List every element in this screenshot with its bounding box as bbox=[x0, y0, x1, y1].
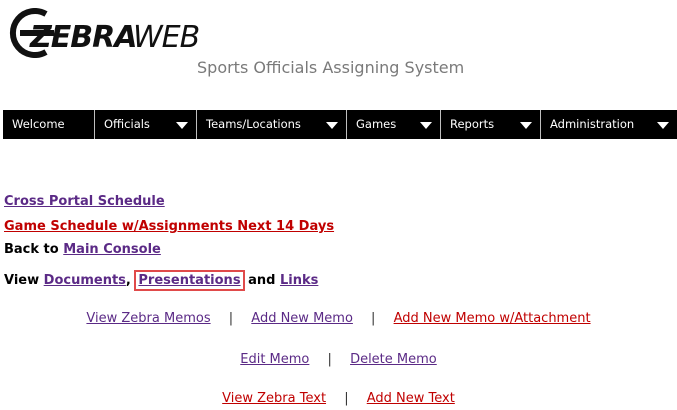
dropdown-caret-icon bbox=[326, 122, 338, 129]
add-new-text-link[interactable]: Add New Text bbox=[367, 391, 455, 406]
cross-portal-line: Cross Portal Schedule bbox=[4, 194, 165, 209]
view-zebra-text-link[interactable]: View Zebra Text bbox=[222, 391, 326, 406]
dropdown-caret-icon bbox=[520, 122, 532, 129]
logo-text-zebra: ZEBRA bbox=[30, 20, 137, 55]
nav-officials[interactable]: Officials bbox=[95, 110, 197, 139]
back-to-line: Back to Main Console bbox=[4, 242, 161, 257]
page-subtitle: Sports Officials Assigning System bbox=[197, 58, 465, 77]
game-schedule-link[interactable]: Game Schedule w/Assignments Next 14 Days bbox=[4, 219, 334, 234]
logo-text-web: WEB bbox=[133, 20, 200, 55]
add-new-memo-attachment-link[interactable]: Add New Memo w/Attachment bbox=[394, 311, 591, 326]
links-link[interactable]: Links bbox=[280, 273, 318, 288]
nav-welcome-label: Welcome bbox=[12, 117, 65, 131]
separator: | bbox=[327, 352, 332, 367]
view-zebra-memos-link[interactable]: View Zebra Memos bbox=[86, 311, 210, 326]
separator: | bbox=[228, 311, 234, 326]
dropdown-caret-icon bbox=[657, 122, 669, 129]
separator: | bbox=[371, 311, 376, 326]
nav-officials-label: Officials bbox=[104, 117, 150, 131]
memo-row-1: View Zebra Memos | Add New Memo | Add Ne… bbox=[0, 311, 677, 326]
edit-memo-link[interactable]: Edit Memo bbox=[240, 352, 309, 367]
main-nav-bar: Welcome Officials Teams/Locations Games … bbox=[3, 110, 677, 139]
nav-teams-locations[interactable]: Teams/Locations bbox=[197, 110, 347, 139]
documents-link[interactable]: Documents bbox=[44, 273, 126, 288]
presentations-link[interactable]: Presentations bbox=[138, 273, 240, 288]
game-schedule-line: Game Schedule w/Assignments Next 14 Days bbox=[4, 219, 334, 234]
nav-administration[interactable]: Administration bbox=[541, 110, 677, 139]
delete-memo-link[interactable]: Delete Memo bbox=[350, 352, 437, 367]
cross-portal-schedule-link[interactable]: Cross Portal Schedule bbox=[4, 194, 165, 209]
comma-text: , bbox=[125, 273, 131, 288]
add-new-memo-link[interactable]: Add New Memo bbox=[251, 311, 353, 326]
nav-administration-label: Administration bbox=[550, 117, 635, 131]
view-text: View bbox=[4, 273, 40, 288]
separator: | bbox=[344, 391, 349, 406]
nav-reports-label: Reports bbox=[450, 117, 495, 131]
nav-welcome[interactable]: Welcome bbox=[3, 110, 95, 139]
zebraweb-logo: ZEBRA WEB bbox=[6, 8, 206, 58]
memo-row-3: View Zebra Text | Add New Text bbox=[0, 391, 677, 406]
dropdown-caret-icon bbox=[176, 122, 188, 129]
and-text: and bbox=[248, 273, 276, 288]
nav-reports[interactable]: Reports bbox=[441, 110, 541, 139]
memo-row-2: Edit Memo | Delete Memo bbox=[0, 352, 677, 367]
back-to-text: Back to bbox=[4, 242, 59, 257]
nav-games[interactable]: Games bbox=[347, 110, 441, 139]
dropdown-caret-icon bbox=[420, 122, 432, 129]
main-console-link[interactable]: Main Console bbox=[63, 242, 161, 257]
nav-games-label: Games bbox=[356, 117, 397, 131]
presentations-highlight: Presentations bbox=[134, 270, 245, 291]
nav-teams-locations-label: Teams/Locations bbox=[206, 117, 301, 131]
view-docs-line: View Documents, Presentations and Links bbox=[4, 270, 318, 291]
